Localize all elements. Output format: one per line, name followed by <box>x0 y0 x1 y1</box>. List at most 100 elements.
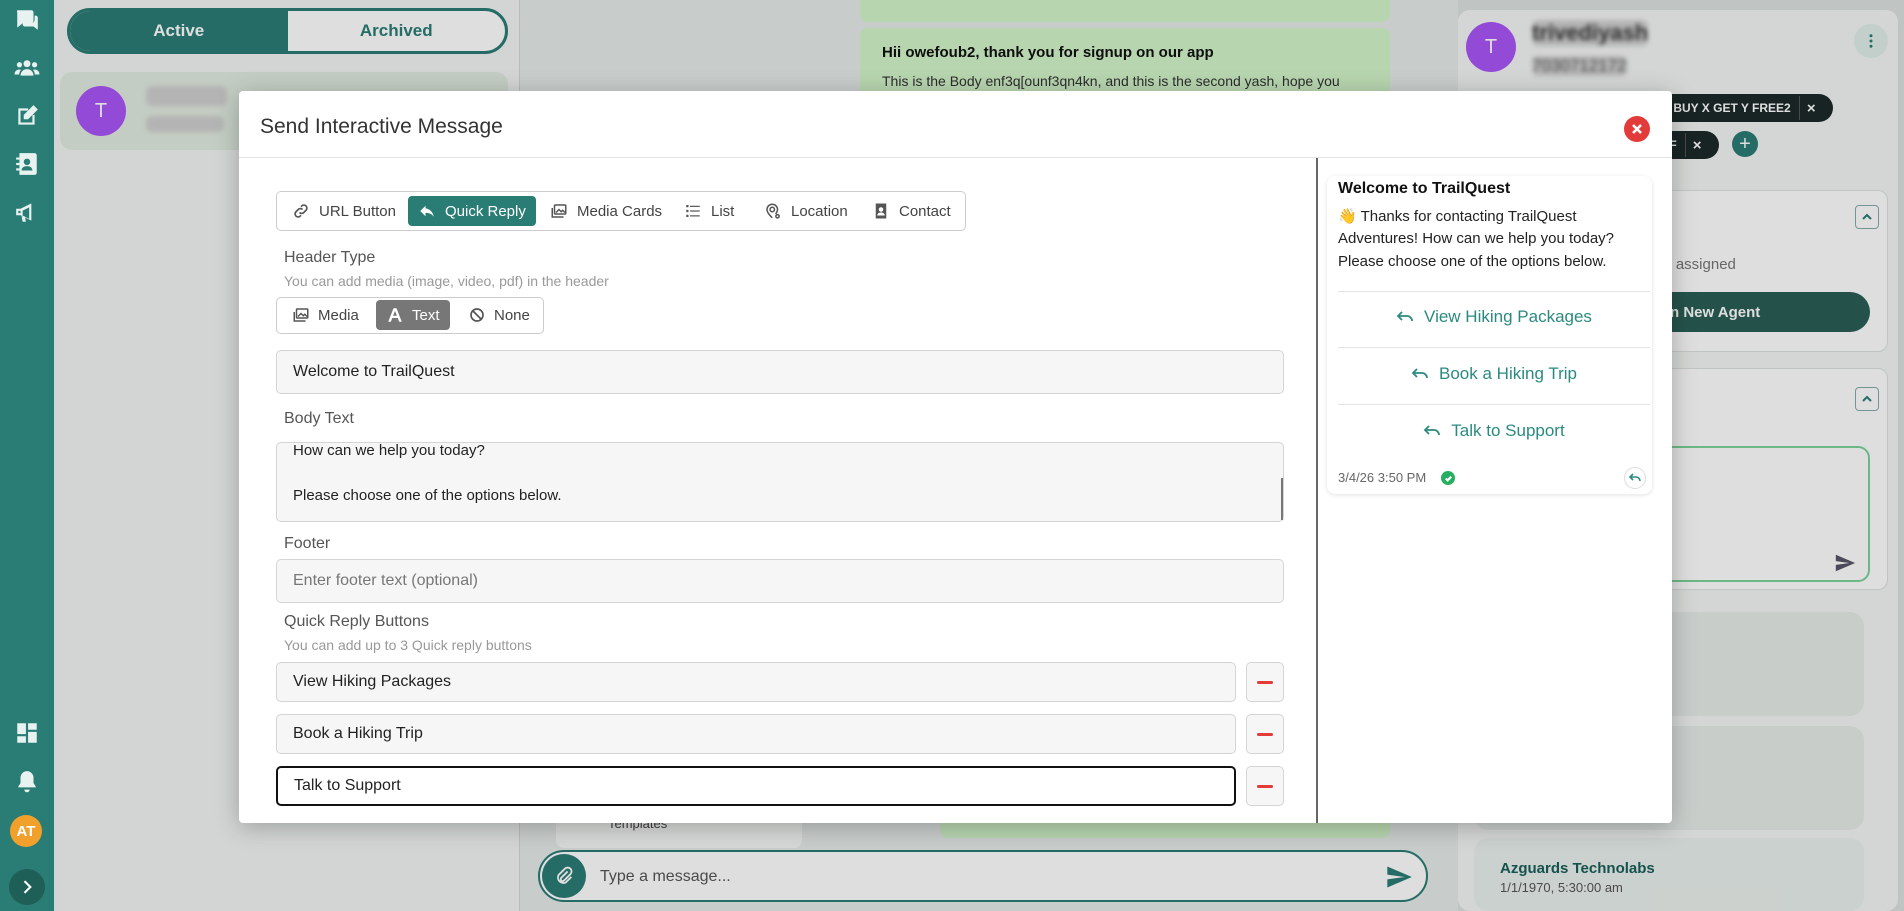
images-icon <box>551 204 567 218</box>
preview-title: Welcome to TrailQuest <box>1338 180 1511 197</box>
avatar: T <box>1466 22 1516 72</box>
dashboard-icon[interactable] <box>0 713 54 753</box>
bell-icon[interactable] <box>0 762 54 802</box>
kebab-icon <box>1869 34 1873 48</box>
collapse-agents-button[interactable] <box>1855 205 1879 229</box>
collapse-notes-button[interactable] <box>1855 387 1879 411</box>
tab-url-button[interactable]: URL Button <box>282 196 406 226</box>
reply-arrow-icon <box>1424 425 1441 436</box>
divider <box>1338 404 1650 405</box>
user-avatar[interactable]: AT <box>10 815 42 847</box>
nav-rail: AT <box>0 0 54 911</box>
conversation-filter: Active Archived <box>67 8 508 54</box>
list-icon <box>686 205 700 217</box>
header-text-input[interactable] <box>276 350 1284 394</box>
preview-reply-button: Book a Hiking Trip <box>1338 360 1650 388</box>
team-icon[interactable] <box>0 48 54 88</box>
contact-name: trivediyash <box>146 86 228 106</box>
avatar: T <box>76 86 126 136</box>
remove-quick-reply-button[interactable] <box>1246 766 1284 806</box>
more-options-button[interactable] <box>1854 24 1888 58</box>
body-text-input[interactable]: How can we help you today? Please choose… <box>276 442 1284 522</box>
location-icon <box>766 203 780 219</box>
note-send-button[interactable] <box>1832 550 1858 576</box>
footer-label: Footer <box>284 535 331 552</box>
contact-card-icon <box>875 203 887 219</box>
tab-label: Location <box>791 202 848 220</box>
preview-button-label: Book a Hiking Trip <box>1439 364 1577 383</box>
quick-reply-input-3[interactable] <box>276 766 1236 806</box>
minus-icon <box>1257 732 1273 736</box>
footer-input[interactable] <box>276 559 1284 603</box>
tab-label: Media Cards <box>577 202 663 220</box>
reply-arrow-icon <box>1396 311 1413 322</box>
quick-reply-label: Quick Reply Buttons <box>284 613 429 630</box>
send-icon <box>1387 866 1412 888</box>
body-line: How can we help you today? <box>293 442 485 459</box>
preview-reply-button: Talk to Support <box>1338 417 1650 445</box>
contact-phone: 7030712172 <box>1532 56 1627 76</box>
message-input[interactable] <box>600 862 1370 892</box>
tab-label: Quick Reply <box>445 202 526 220</box>
paperclip-icon <box>557 866 573 884</box>
preview-reply-button: View Hiking Packages <box>1338 303 1650 331</box>
compose-icon[interactable] <box>0 96 54 136</box>
close-button[interactable] <box>1624 116 1650 142</box>
link-icon <box>294 204 308 218</box>
quick-reply-input-1[interactable] <box>276 662 1236 702</box>
header-type-hint: You can add media (image, video, pdf) in… <box>284 273 609 289</box>
megaphone-icon[interactable] <box>0 192 54 232</box>
remove-tag-button[interactable]: × <box>1798 96 1823 120</box>
quick-reply-hint: You can add up to 3 Quick reply buttons <box>284 637 532 653</box>
tag-chip: T: BUY X GET Y FREE2 × <box>1650 94 1833 122</box>
quick-reply-input-2[interactable] <box>276 714 1236 754</box>
tab-contact[interactable]: Contact <box>862 196 961 226</box>
contact-phone: 7030712172 <box>146 116 224 132</box>
remove-quick-reply-button[interactable] <box>1246 662 1284 702</box>
divider <box>1316 158 1318 823</box>
reply-icon <box>1624 467 1646 489</box>
divider <box>1338 347 1650 348</box>
modal-title: Send Interactive Message <box>260 115 503 138</box>
tab-location[interactable]: Location <box>754 196 858 226</box>
preview-button-label: View Hiking Packages <box>1424 307 1592 326</box>
scrollbar[interactable] <box>1281 478 1283 520</box>
minus-icon <box>1257 784 1273 788</box>
contacts-icon[interactable] <box>0 144 54 184</box>
add-tag-button[interactable]: + <box>1732 131 1758 157</box>
contact-name: trivediyash <box>1532 20 1649 46</box>
tab-list[interactable]: List <box>674 196 744 226</box>
text-icon <box>388 308 402 322</box>
body-text-label: Body Text <box>284 410 354 427</box>
delivered-check-icon <box>1441 471 1455 485</box>
header-option-none[interactable]: None <box>458 300 540 330</box>
remove-quick-reply-button[interactable] <box>1246 714 1284 754</box>
body-line: Please choose one of the options below. <box>293 487 562 504</box>
attach-button[interactable] <box>542 854 586 898</box>
tab-quick-reply[interactable]: Quick Reply <box>408 196 536 226</box>
header-type-label: Header Type <box>284 249 376 266</box>
preview-body-line: Please choose one of the options below. <box>1338 253 1607 270</box>
preview-timestamp: 3/4/26 3:50 PM <box>1338 470 1427 485</box>
expand-sidebar-button[interactable] <box>9 869 45 905</box>
close-icon <box>1632 124 1642 134</box>
chevron-up-icon <box>1862 395 1872 402</box>
send-button[interactable] <box>1382 860 1416 894</box>
remove-tag-button[interactable]: × <box>1684 133 1709 157</box>
divider <box>239 157 1672 158</box>
chat-icon[interactable] <box>0 0 54 40</box>
tab-archived[interactable]: Archived <box>288 11 506 51</box>
header-option-media[interactable]: Media <box>282 300 369 330</box>
header-option-text[interactable]: Text <box>376 300 450 330</box>
tab-media-cards[interactable]: Media Cards <box>540 196 672 226</box>
preview-body-line: 👋 Thanks for contacting TrailQuest <box>1338 208 1577 225</box>
history-name: Azguards Technolabs <box>1500 860 1655 877</box>
message-body: This is the Body enf3q[ounf3qn4kn, and t… <box>882 73 1340 89</box>
block-icon <box>470 308 484 322</box>
divider <box>1338 291 1650 292</box>
option-label: None <box>494 306 530 324</box>
tab-active[interactable]: Active <box>70 11 288 51</box>
tag-label: T: BUY X GET Y FREE2 <box>1660 101 1791 115</box>
chevron-up-icon <box>1862 213 1872 220</box>
minus-icon <box>1257 680 1273 684</box>
